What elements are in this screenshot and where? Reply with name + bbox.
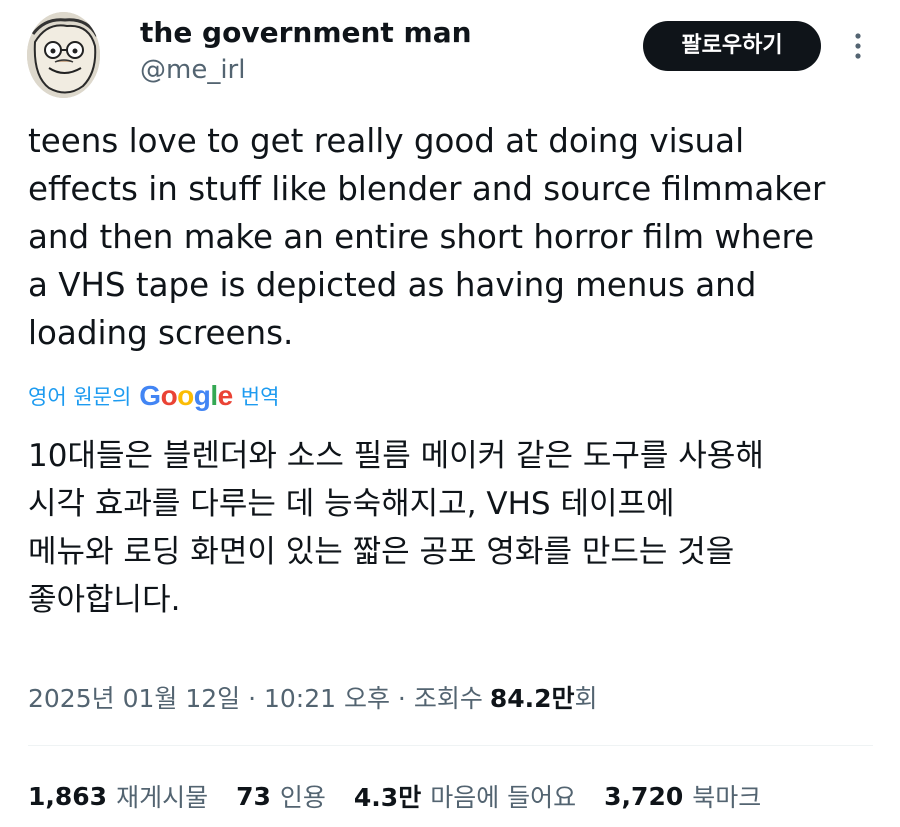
- google-logo: Google: [139, 380, 233, 411]
- author-display-name[interactable]: the government man: [140, 14, 472, 52]
- tweet-text: teens love to get really good at doing v…: [28, 122, 826, 352]
- stat-label: 재게시물: [116, 783, 209, 812]
- translate-action-label: 번역: [240, 385, 280, 409]
- divider: [28, 745, 873, 746]
- stat-likes[interactable]: 4.3만 마음에 들어요: [354, 778, 576, 814]
- translated-text: 10대들은 블렌더와 소스 필름 메이커 같은 도구를 사용해 시각 효과를 다…: [28, 438, 764, 618]
- stat-label: 인용: [279, 783, 326, 812]
- stat-label: 마음에 들어요: [430, 783, 577, 812]
- stat-value: 3,720: [604, 781, 684, 811]
- author-handle[interactable]: @me_irl: [140, 53, 245, 87]
- timestamp[interactable]: 2025년 01월 12일 · 10:21 오후 · 조회수: [28, 679, 483, 715]
- stat-quotes[interactable]: 73 인용: [236, 778, 326, 814]
- stat-value: 73: [236, 781, 271, 811]
- views-count: 84.2만: [489, 684, 575, 713]
- more-options-icon[interactable]: [846, 30, 870, 62]
- avatar-image: [27, 12, 100, 98]
- stat-bookmarks[interactable]: 3,720 북마크: [604, 778, 761, 814]
- translate-lead-label: 영어 원문의: [28, 385, 132, 409]
- follow-button[interactable]: 팔로우하기: [643, 21, 821, 71]
- engagement-stats: 1,863 재게시물 73 인용 4.3만 마음에 들어요 3,720 북마크: [28, 775, 789, 817]
- stat-value: 1,863: [28, 781, 108, 811]
- stat-value: 4.3만: [353, 783, 422, 812]
- tweet-meta: 2025년 01월 12일 · 10:21 오후 · 조회수 84.2만 회: [28, 676, 598, 718]
- views-suffix: 회: [574, 684, 598, 713]
- stat-reposts[interactable]: 1,863 재게시물: [28, 778, 208, 814]
- stat-label: 북마크: [692, 783, 762, 812]
- translate-link[interactable]: 영어 원문의 Google 번역: [28, 376, 279, 416]
- avatar[interactable]: [27, 12, 100, 98]
